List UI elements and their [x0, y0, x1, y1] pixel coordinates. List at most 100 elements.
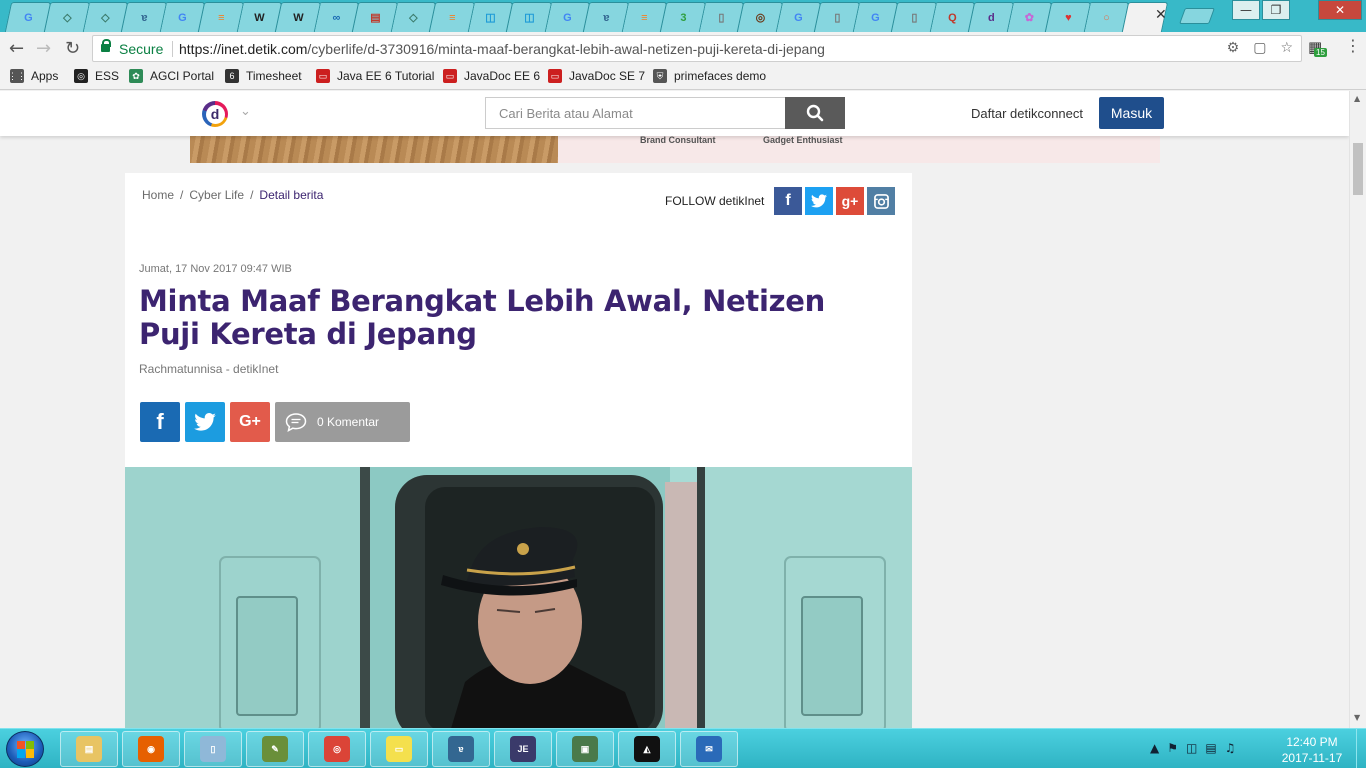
page-scrollbar[interactable]: ▲ ▼: [1349, 91, 1366, 728]
share-twitter-button[interactable]: [185, 402, 225, 442]
breadcrumb-cyber-life[interactable]: Cyber Life: [189, 188, 244, 202]
bookmark-star-icon[interactable]: ☆: [1280, 40, 1293, 56]
show-hidden-icons-icon[interactable]: ▲: [1150, 741, 1159, 755]
browser-tab[interactable]: ▯: [890, 2, 937, 32]
firefox-icon: ◉: [138, 736, 164, 762]
follow-instagram-button[interactable]: [867, 187, 895, 215]
minimize-button[interactable]: —: [1232, 0, 1260, 20]
taskbar-app-notepad[interactable]: ▯: [184, 731, 242, 767]
taskbar-app-java-ee-ide[interactable]: JE: [494, 731, 552, 767]
eap-icon: 6: [225, 69, 239, 83]
extension-icon[interactable]: ▦ 15: [1308, 38, 1327, 57]
browser-tab[interactable]: ▯: [813, 2, 860, 32]
volume-icon[interactable]: ♫: [1225, 741, 1236, 755]
browser-tab[interactable]: ◫: [505, 2, 552, 32]
taskbar-app-editor[interactable]: ✎: [246, 731, 304, 767]
bookmark-javadoc-ee-6[interactable]: ▭ JavaDoc EE 6: [443, 69, 540, 83]
share-facebook-button[interactable]: f: [140, 402, 180, 442]
start-button[interactable]: [6, 731, 44, 767]
taskbar: ▲ ⚑ ◫ ▤ ♫ 12:40 PM 2017-11-17 ▤ ◉ ▯ ✎ ◎ ▭ ɐ JE ▣…: [0, 728, 1366, 768]
extension-badge: 15: [1314, 48, 1327, 57]
menu-icon[interactable]: ⋮: [1345, 36, 1361, 55]
taskbar-app-firefox[interactable]: ◉: [122, 731, 180, 767]
detik-logo[interactable]: d: [202, 101, 228, 127]
google-icon: G: [794, 11, 803, 24]
breadcrumb-home[interactable]: Home: [142, 188, 174, 202]
show-desktop-button[interactable]: [1356, 729, 1366, 768]
leaf-icon: ✿: [129, 69, 143, 83]
browser-tab[interactable]: G: [4, 2, 52, 32]
chrome-icon: ◎: [324, 736, 350, 762]
scroll-down-icon[interactable]: ▼: [1354, 713, 1360, 722]
google-plus-icon: G+: [239, 413, 261, 430]
follow-facebook-button[interactable]: f: [774, 187, 802, 215]
close-window-button[interactable]: ✕: [1318, 0, 1362, 20]
address-bar[interactable]: Secure https://inet.detik.com/cyberlife/…: [92, 35, 1302, 62]
scrollbar-thumb[interactable]: [1353, 143, 1363, 195]
close-tab-icon[interactable]: ✕: [1155, 7, 1167, 23]
dia-icon: ◇: [101, 12, 110, 24]
browser-tab[interactable]: ◎: [736, 2, 783, 32]
bookmark-java-ee-6-tutorial[interactable]: ▭ Java EE 6 Tutorial: [316, 69, 434, 83]
browser-tab[interactable]: ɐ: [120, 2, 167, 32]
breadcrumb-separator: /: [180, 188, 184, 202]
bookmark-timesheet[interactable]: 6 Timesheet: [225, 69, 302, 83]
action-center-icon[interactable]: ⚑: [1167, 741, 1178, 755]
detik-icon: d: [987, 11, 995, 24]
follow-twitter-button[interactable]: [805, 187, 833, 215]
url-text[interactable]: https://inet.detik.com/cyberlife/d-37309…: [179, 41, 825, 57]
windows-logo-icon: [17, 741, 34, 758]
bookmark-label: JavaDoc EE 6: [464, 69, 541, 83]
search-input[interactable]: [485, 97, 786, 129]
editor-icon: ✎: [262, 736, 288, 762]
instagram-icon: [873, 193, 889, 209]
translate-icon[interactable]: ▢: [1253, 40, 1266, 56]
ad-banner[interactable]: Brand Consultant Gadget Enthusiast: [190, 135, 1160, 163]
bookmark-agci-portal[interactable]: ✿ AGCI Portal: [129, 69, 214, 83]
browser-toolbar: ← → ↻ Secure https://inet.detik.com/cybe…: [0, 32, 1366, 65]
browser-tab[interactable]: ≡: [428, 2, 475, 32]
taskbar-app-pgadmin[interactable]: ɐ: [432, 731, 490, 767]
login-button[interactable]: Masuk: [1099, 97, 1164, 129]
browser-tab[interactable]: ɐ: [582, 2, 629, 32]
new-tab-button[interactable]: [1179, 8, 1215, 24]
taskbar-app-sticky-notes[interactable]: ▭: [370, 731, 428, 767]
article-photo[interactable]: [125, 467, 912, 728]
google-icon: G: [871, 11, 880, 24]
comments-button[interactable]: 0 Komentar: [275, 402, 410, 442]
register-link[interactable]: Daftar detikconnect: [971, 106, 1083, 121]
chevron-down-icon[interactable]: ⌄: [240, 104, 251, 119]
clock[interactable]: 12:40 PM 2017-11-17: [1280, 734, 1344, 766]
q-icon: Q: [948, 11, 957, 24]
article-date: Jumat, 17 Nov 2017 09:47 WIB: [139, 263, 292, 275]
browser-tab[interactable]: d: [967, 2, 1014, 32]
stack-icon: ≡: [448, 11, 456, 24]
taskbar-app-inkscape[interactable]: ◭: [618, 731, 676, 767]
taskbar-app-thunderbird[interactable]: ✉: [680, 731, 738, 767]
browser-tab[interactable]: ◇: [43, 2, 90, 32]
browser-tab[interactable]: W: [274, 2, 321, 32]
back-arrow-icon[interactable]: ←: [9, 38, 24, 59]
reload-icon[interactable]: ↻: [65, 38, 80, 59]
taskbar-app-chrome[interactable]: ◎: [308, 731, 366, 767]
browser-tab[interactable]: ≡: [197, 2, 244, 32]
browser-tab[interactable]: ♥: [1044, 2, 1091, 32]
device-icon[interactable]: ◫: [1186, 741, 1197, 755]
logo-letter: d: [205, 104, 225, 124]
cookie-blocked-icon[interactable]: ⚙: [1227, 40, 1240, 56]
browser-tab[interactable]: 3: [659, 2, 706, 32]
browser-tab[interactable]: ▤: [351, 2, 398, 32]
bookmark-primefaces-demo[interactable]: ⛨ primefaces demo: [653, 69, 766, 83]
search-button[interactable]: [785, 97, 845, 129]
maximize-button[interactable]: ❐: [1262, 0, 1290, 20]
forward-arrow-icon[interactable]: →: [36, 38, 51, 59]
taskbar-app-monitor[interactable]: ▣: [556, 731, 614, 767]
bookmark-apps[interactable]: ⋮⋮ Apps: [8, 69, 58, 83]
scroll-up-icon[interactable]: ▲: [1354, 94, 1360, 103]
follow-google-plus-button[interactable]: g+: [836, 187, 864, 215]
network-icon[interactable]: ▤: [1205, 741, 1216, 755]
bookmark-javadoc-se-7[interactable]: ▭ JavaDoc SE 7: [548, 69, 645, 83]
bookmark-ess[interactable]: ◎ ESS: [74, 69, 119, 83]
taskbar-app-explorer[interactable]: ▤: [60, 731, 118, 767]
share-google-plus-button[interactable]: G+: [230, 402, 270, 442]
